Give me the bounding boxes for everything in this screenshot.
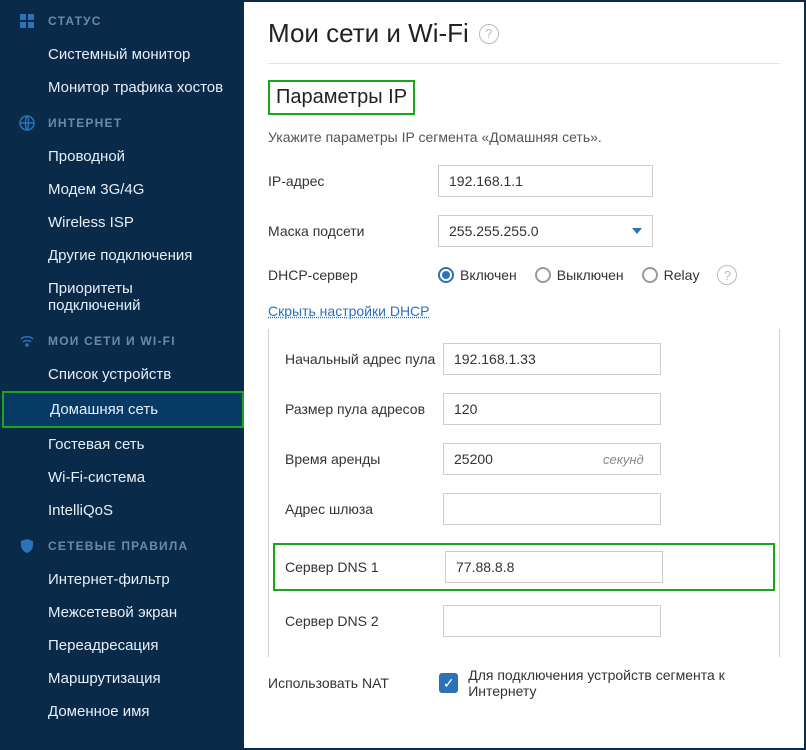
pool-size-label: Размер пула адресов xyxy=(285,401,443,417)
section-label: СЕТЕВЫЕ ПРАВИЛА xyxy=(48,539,188,553)
mask-select[interactable]: 255.255.255.0 xyxy=(438,215,653,247)
sidebar-item-intelliqos[interactable]: IntelliQoS xyxy=(2,494,244,527)
radio-dhcp-off[interactable]: Выключен xyxy=(535,267,624,283)
nat-label: Использовать NAT xyxy=(268,675,429,691)
sidebar-item-system-monitor[interactable]: Системный монитор xyxy=(2,38,244,71)
sidebar-item-device-list[interactable]: Список устройств xyxy=(2,358,244,391)
sidebar-item-modem[interactable]: Модем 3G/4G xyxy=(2,173,244,206)
sidebar-item-port-forward[interactable]: Переадресация xyxy=(2,629,244,662)
grid-icon xyxy=(18,12,36,30)
help-icon[interactable]: ? xyxy=(717,265,737,285)
pool-size-input[interactable] xyxy=(443,393,661,425)
ip-label: IP-адрес xyxy=(268,173,438,189)
sidebar-section-rules[interactable]: СЕТЕВЫЕ ПРАВИЛА xyxy=(2,527,244,563)
dhcp-label: DHCP-сервер xyxy=(268,267,438,283)
dns1-input[interactable] xyxy=(445,551,663,583)
dns2-input[interactable] xyxy=(443,605,661,637)
help-icon[interactable]: ? xyxy=(479,24,499,44)
dns2-label: Сервер DNS 2 xyxy=(285,613,443,629)
wifi-icon xyxy=(18,332,36,350)
sidebar-section-wifi[interactable]: МОИ СЕТИ И WI-FI xyxy=(2,322,244,358)
gateway-label: Адрес шлюза xyxy=(285,501,443,517)
sidebar-section-status[interactable]: СТАТУС xyxy=(2,2,244,38)
sidebar-section-internet[interactable]: ИНТЕРНЕТ xyxy=(2,104,244,140)
dns1-row-highlight: Сервер DNS 1 xyxy=(273,543,775,591)
divider xyxy=(268,63,780,64)
sidebar-item-wired[interactable]: Проводной xyxy=(2,140,244,173)
sidebar-item-guest-network[interactable]: Гостевая сеть xyxy=(2,428,244,461)
sidebar-item-priorities[interactable]: Приоритеты подключений xyxy=(2,272,244,322)
dns1-label: Сервер DNS 1 xyxy=(285,559,445,575)
sidebar: СТАТУС Системный монитор Монитор трафика… xyxy=(2,2,244,748)
page-title: Мои сети и Wi-Fi ? xyxy=(268,2,780,57)
sidebar-item-firewall[interactable]: Межсетевой экран xyxy=(2,596,244,629)
section-label: СТАТУС xyxy=(48,14,102,28)
ip-input[interactable] xyxy=(438,165,653,197)
main-content: Мои сети и Wi-Fi ? Параметры IP Укажите … xyxy=(244,2,804,748)
sidebar-item-traffic-monitor[interactable]: Монитор трафика хостов xyxy=(2,71,244,104)
sidebar-item-internet-filter[interactable]: Интернет-фильтр xyxy=(2,563,244,596)
sidebar-item-other-conn[interactable]: Другие подключения xyxy=(2,239,244,272)
sidebar-item-wifi-system[interactable]: Wi-Fi-система xyxy=(2,461,244,494)
section-title-highlight: Параметры IP xyxy=(268,80,415,115)
section-label: ИНТЕРНЕТ xyxy=(48,116,122,130)
mask-value: 255.255.255.0 xyxy=(449,223,539,239)
shield-icon xyxy=(18,537,36,555)
mask-label: Маска подсети xyxy=(268,223,438,239)
lease-input[interactable] xyxy=(443,443,661,475)
dhcp-radio-group: Включен Выключен Relay ? xyxy=(438,265,737,285)
pool-start-input[interactable] xyxy=(443,343,661,375)
radio-dhcp-on[interactable]: Включен xyxy=(438,267,517,283)
nat-description: Для подключения устройств сегмента к Инт… xyxy=(468,667,780,699)
sidebar-item-home-network[interactable]: Домашняя сеть xyxy=(2,391,244,428)
sidebar-item-domain-name[interactable]: Доменное имя xyxy=(2,695,244,728)
radio-dhcp-relay[interactable]: Relay xyxy=(642,267,700,283)
section-label: МОИ СЕТИ И WI-FI xyxy=(48,334,176,348)
section-subtext: Укажите параметры IP сегмента «Домашняя … xyxy=(268,129,780,145)
pool-start-label: Начальный адрес пула xyxy=(285,351,443,367)
section-title: Параметры IP xyxy=(270,82,413,113)
globe-icon xyxy=(18,114,36,132)
dhcp-settings: Начальный адрес пула Размер пула адресов… xyxy=(268,329,780,657)
sidebar-item-wireless-isp[interactable]: Wireless ISP xyxy=(2,206,244,239)
hide-dhcp-link[interactable]: Скрыть настройки DHCP xyxy=(268,303,430,319)
chevron-down-icon xyxy=(632,228,642,234)
gateway-input[interactable] xyxy=(443,493,661,525)
lease-label: Время аренды xyxy=(285,451,443,467)
nat-checkbox[interactable]: ✓ xyxy=(439,673,458,693)
sidebar-item-routing[interactable]: Маршрутизация xyxy=(2,662,244,695)
